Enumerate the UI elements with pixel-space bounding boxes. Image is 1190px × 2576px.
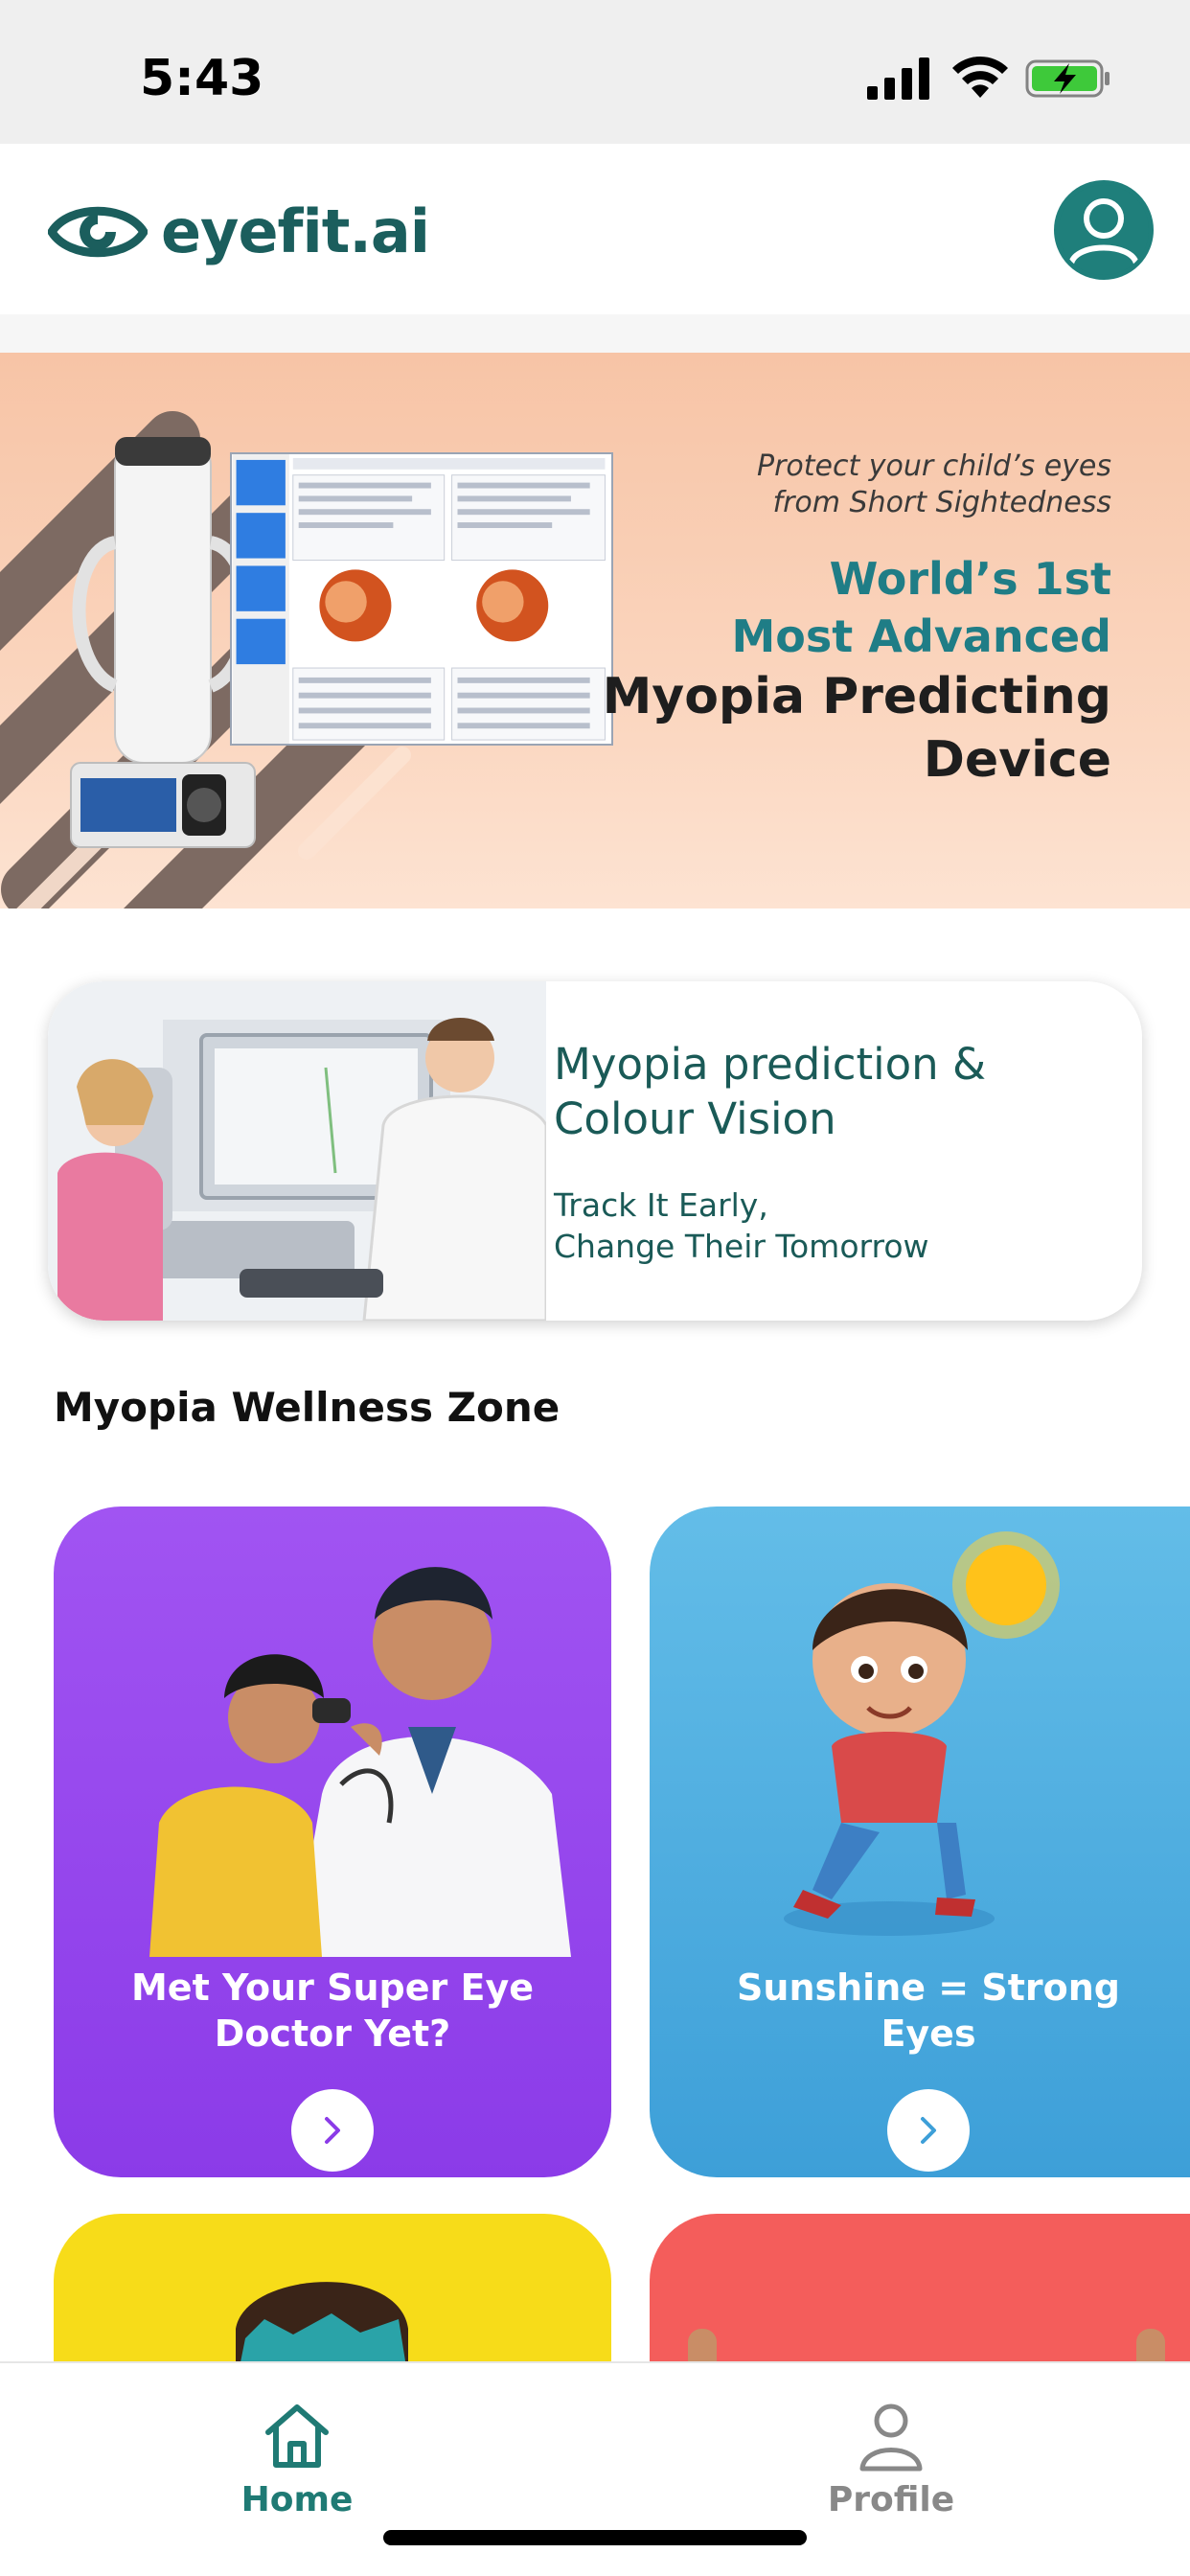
app-root: 5:43 eyefit.ai Protect your child’s eyes… [0, 0, 1190, 2576]
battery-charging-icon [1025, 59, 1110, 98]
hero-headline-line2: Most Advanced [731, 610, 1111, 662]
zone-card-label-line2: Doctor Yet? [214, 2012, 451, 2055]
brand-logo[interactable]: eyefit.ai [48, 196, 430, 266]
app-header: eyefit.ai [0, 144, 1190, 314]
feature-card-subtitle-line1: Track It Early, [554, 1186, 768, 1224]
zone-card-label: Sunshine = Strong Eyes [650, 1965, 1190, 2057]
doctor-and-child-illustration [149, 1567, 571, 1957]
running-kid-sun-illustration [784, 1531, 1060, 1936]
home-icon [265, 2404, 329, 2468]
hero-banner[interactable]: Protect your child’s eyes from Short Sig… [0, 353, 1190, 908]
zone-card-label-line2: Eyes [881, 2012, 976, 2055]
nav-label-home: Home [240, 2480, 354, 2519]
header-divider [0, 314, 1190, 353]
open-sunshine-card-button[interactable] [887, 2089, 970, 2172]
zone-card-label: Met Your Super Eye Doctor Yet? [54, 1965, 611, 2057]
profile-avatar-button[interactable] [1054, 180, 1154, 280]
wellness-zone-title: Myopia Wellness Zone [54, 1384, 561, 1431]
myopia-prediction-card[interactable]: Myopia prediction & Colour Vision Track … [48, 981, 1142, 1321]
feature-card-subtitle-line2: Change Their Tomorrow [554, 1228, 929, 1265]
hero-headline-line3: Myopia Predicting [602, 668, 1111, 725]
nav-tab-home[interactable]: Home [201, 2398, 393, 2519]
home-indicator[interactable] [383, 2530, 807, 2545]
status-bar: 5:43 [0, 0, 1190, 144]
feature-card-subtitle: Track It Early, Change Their Tomorrow [554, 1184, 1090, 1267]
wifi-icon [952, 56, 1008, 98]
nav-tab-profile[interactable]: Profile [795, 2398, 987, 2519]
zone-card-label-line1: Met Your Super Eye [130, 1966, 534, 2009]
profile-icon [859, 2404, 923, 2472]
nav-label-profile: Profile [827, 2480, 955, 2519]
eye-exam-photo [48, 981, 546, 1321]
zone-card-label-line1: Sunshine = Strong [737, 1966, 1120, 2009]
device-screen-image [230, 452, 613, 746]
sunshine-strong-eyes-card[interactable]: Sunshine = Strong Eyes [650, 1506, 1190, 2177]
hero-tagline-line2: from Short Sightedness [772, 486, 1111, 519]
brand-name: eyefit.ai [161, 196, 430, 266]
open-doctor-card-button[interactable] [291, 2089, 374, 2172]
eye-logo-icon [48, 206, 148, 257]
hero-headline-line1: World’s 1st [829, 553, 1111, 605]
user-avatar-icon [1059, 185, 1149, 275]
status-time: 5:43 [140, 50, 264, 107]
hero-text: Protect your child’s eyes from Short Sig… [603, 448, 1111, 792]
super-eye-doctor-card[interactable]: Met Your Super Eye Doctor Yet? [54, 1506, 611, 2177]
chevron-right-icon [921, 2117, 936, 2144]
hero-tagline-line1: Protect your child’s eyes [756, 449, 1111, 483]
feature-card-title: Myopia prediction & Colour Vision [554, 1039, 987, 1144]
hero-headline-line4: Device [923, 731, 1111, 789]
chevron-right-icon [325, 2117, 340, 2144]
measurement-screen-graphic [232, 454, 606, 744]
signal-icon [867, 58, 929, 100]
